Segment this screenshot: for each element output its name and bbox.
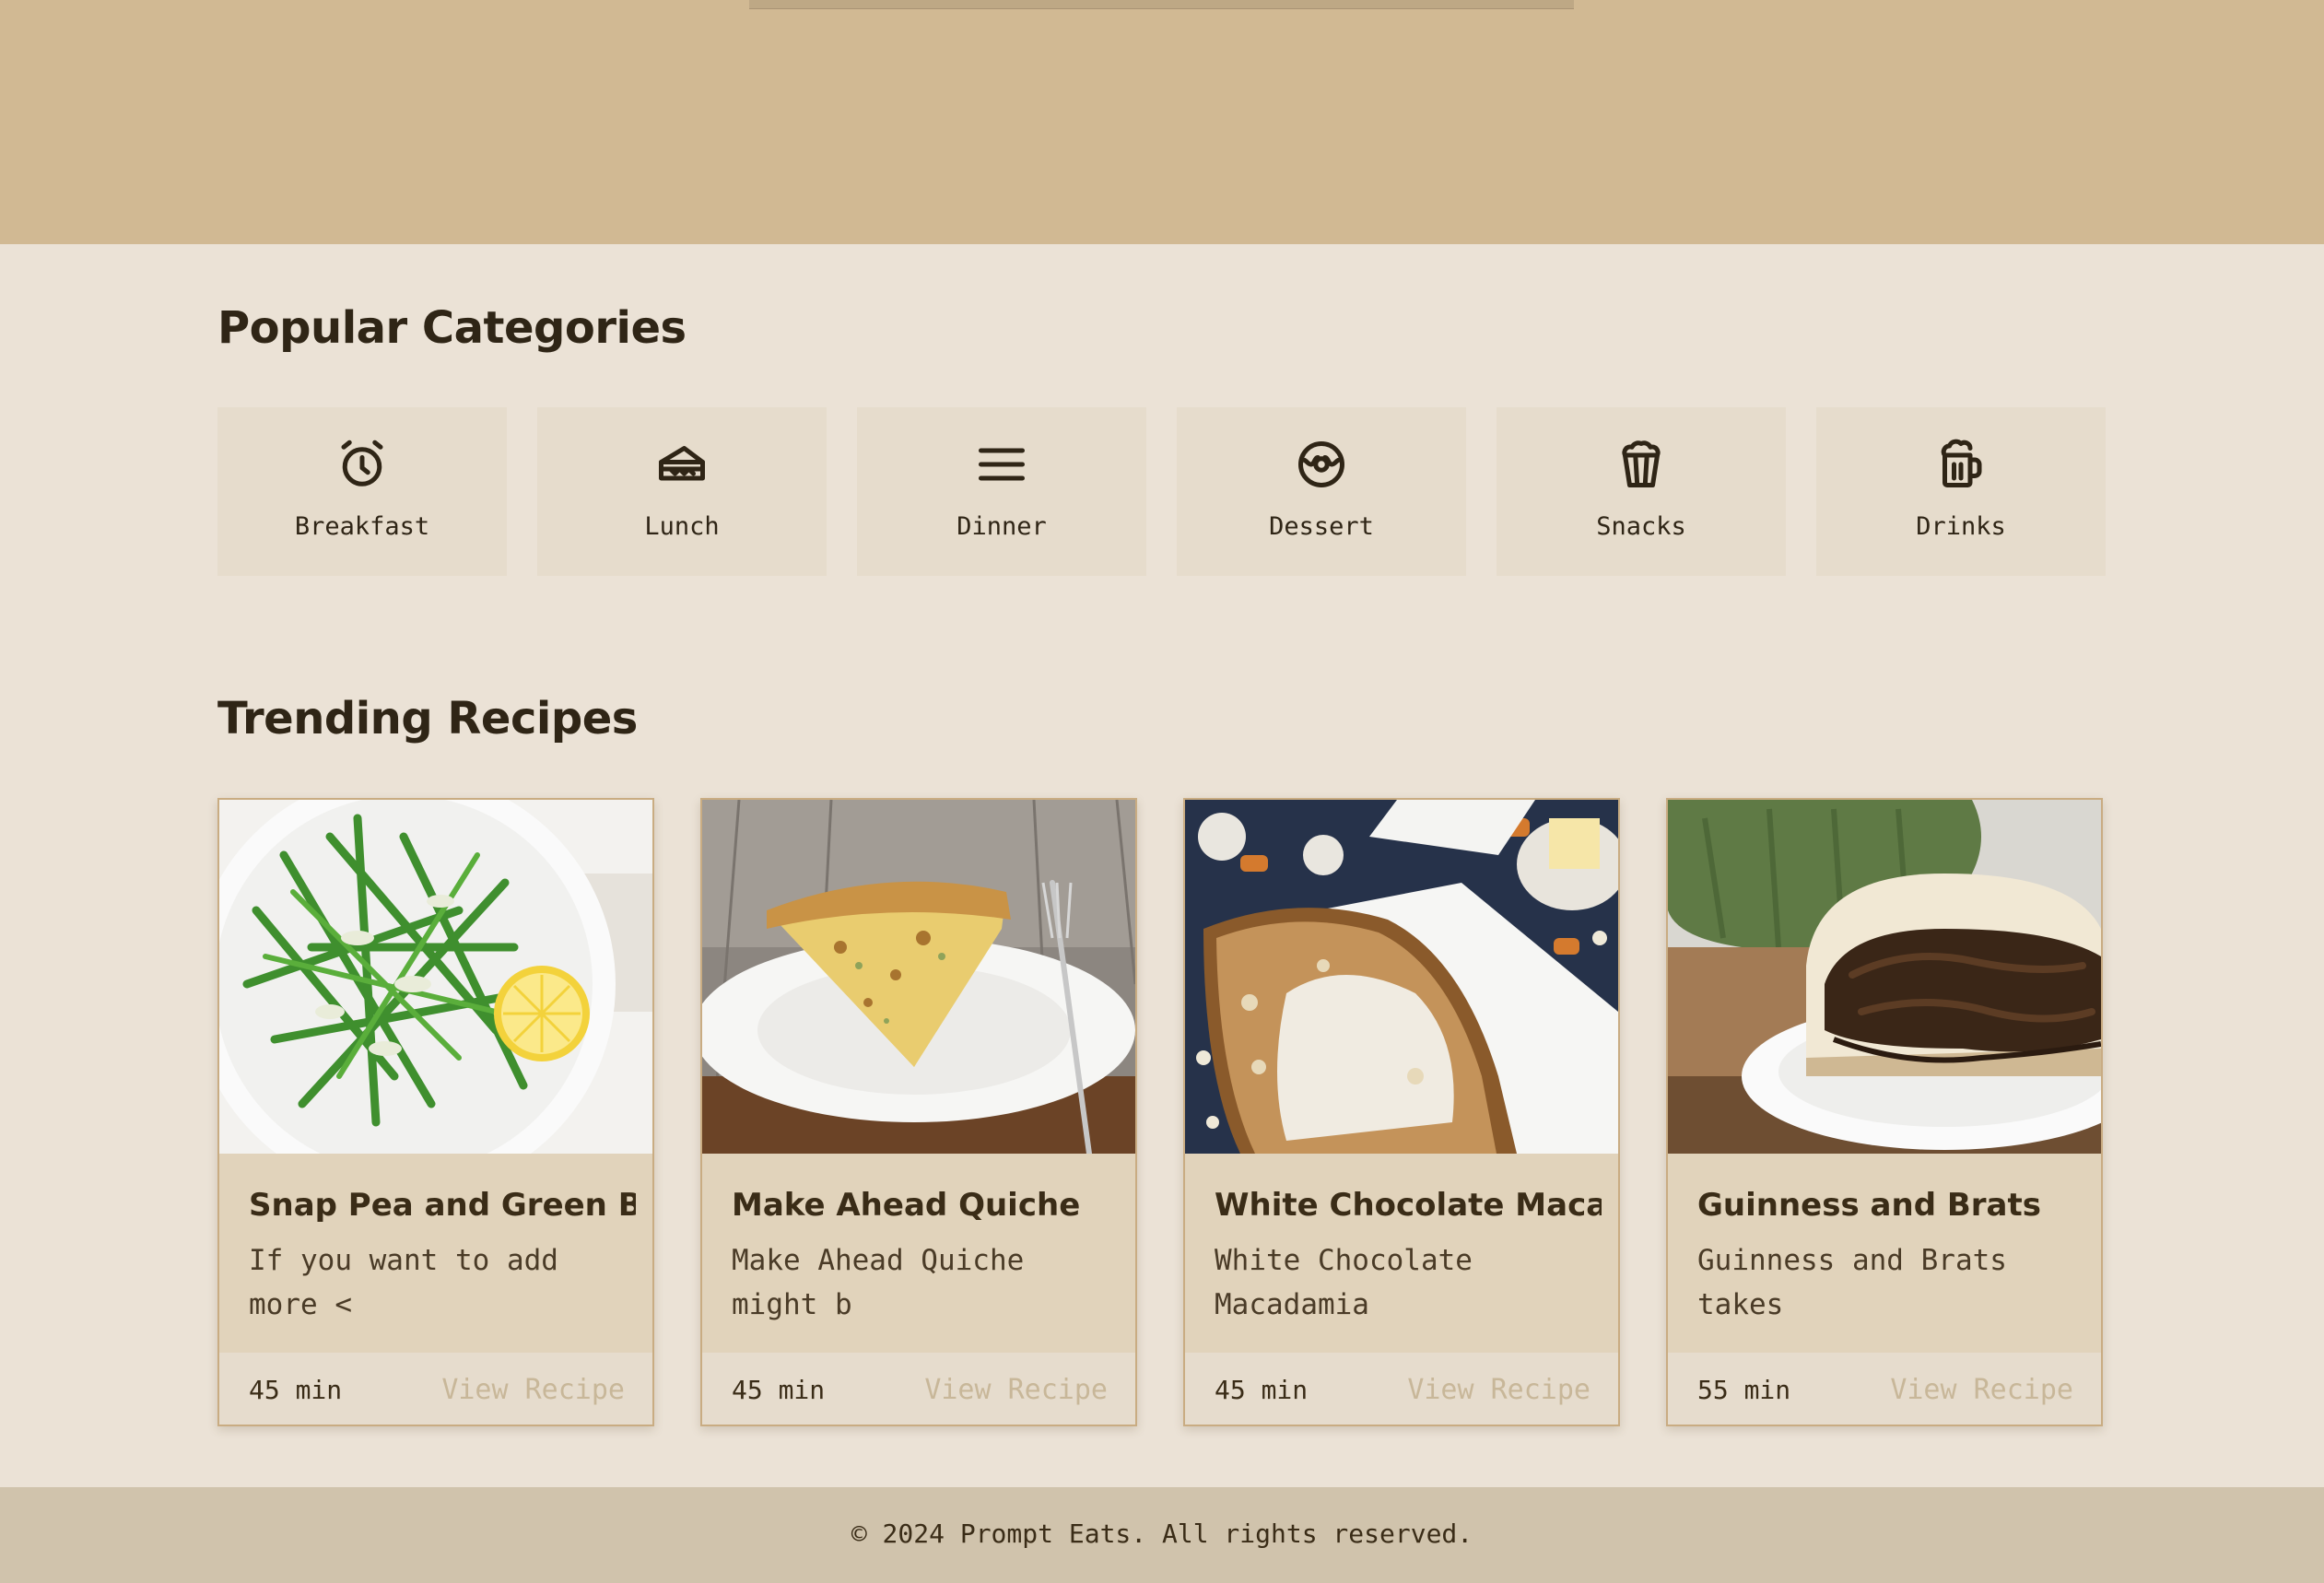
category-label: Drinks	[1916, 512, 2006, 541]
recipe-image[interactable]	[702, 800, 1135, 1154]
recipe-description: White Chocolate Macadamia	[1215, 1244, 1473, 1321]
copyright-text: © 2024 Prompt Eats. All rights reserved.	[851, 1519, 1473, 1549]
recipe-time: 45 min	[732, 1375, 826, 1405]
view-recipe-link[interactable]: View Recipe	[441, 1374, 625, 1406]
recipe-image[interactable]	[1668, 800, 2101, 1154]
recipe-description: Make Ahead Quiche might b	[732, 1244, 1025, 1321]
category-lunch[interactable]: Lunch	[537, 407, 827, 576]
recipe-grid: Snap Pea and Green B If you want to add …	[217, 798, 2105, 1428]
recipe-footer: 45 min View Recipe	[702, 1353, 1135, 1425]
recipe-title[interactable]: Make Ahead Quiche	[732, 1187, 1119, 1224]
category-label: Dessert	[1269, 512, 1374, 541]
trending-recipes-heading: Trending Recipes	[217, 693, 638, 745]
recipe-footer: 45 min View Recipe	[219, 1353, 652, 1425]
recipe-title[interactable]: White Chocolate Maca	[1215, 1187, 1602, 1224]
category-label: Lunch	[644, 512, 720, 541]
recipe-title[interactable]: Guinness and Brats	[1697, 1187, 2084, 1224]
recipe-time: 55 min	[1697, 1375, 1791, 1405]
recipe-time: 45 min	[249, 1375, 343, 1405]
alarm-clock-icon	[335, 437, 390, 492]
menu-lines-icon	[974, 437, 1029, 492]
category-dessert[interactable]: Dessert	[1177, 407, 1466, 576]
recipe-footer: 45 min View Recipe	[1185, 1353, 1618, 1425]
recipe-title[interactable]: Snap Pea and Green B	[249, 1187, 636, 1224]
site-footer: © 2024 Prompt Eats. All rights reserved.	[0, 1487, 2324, 1583]
category-drinks[interactable]: Drinks	[1816, 407, 2106, 576]
sandwich-icon	[654, 437, 710, 492]
recipe-card-quiche[interactable]: Make Ahead Quiche Make Ahead Quiche migh…	[700, 798, 1137, 1426]
popcorn-icon	[1614, 437, 1669, 492]
search-bar-edge[interactable]	[749, 0, 1574, 9]
view-recipe-link[interactable]: View Recipe	[1407, 1374, 1590, 1406]
recipe-description: If you want to add more <	[249, 1244, 558, 1321]
recipe-card-snap-pea[interactable]: Snap Pea and Green B If you want to add …	[217, 798, 654, 1426]
category-label: Dinner	[957, 512, 1047, 541]
beer-mug-icon	[1933, 437, 1989, 492]
category-grid: Breakfast Lunch Dinner Dessert Snacks Dr…	[217, 407, 2106, 576]
donut-icon	[1294, 437, 1349, 492]
recipe-description: Guinness and Brats takes	[1697, 1244, 2007, 1321]
recipe-time: 45 min	[1215, 1375, 1309, 1405]
category-breakfast[interactable]: Breakfast	[217, 407, 507, 576]
recipe-image[interactable]	[1185, 800, 1618, 1154]
recipe-card-white-chocolate[interactable]: White Chocolate Maca White Chocolate Mac…	[1183, 798, 1620, 1426]
category-snacks[interactable]: Snacks	[1497, 407, 1786, 576]
view-recipe-link[interactable]: View Recipe	[1890, 1374, 2073, 1406]
category-label: Snacks	[1596, 512, 1686, 541]
category-label: Breakfast	[294, 512, 430, 541]
recipe-image[interactable]	[219, 800, 652, 1154]
recipe-footer: 55 min View Recipe	[1668, 1353, 2101, 1425]
popular-categories-heading: Popular Categories	[217, 302, 687, 354]
hero-banner	[0, 0, 2324, 244]
view-recipe-link[interactable]: View Recipe	[924, 1374, 1108, 1406]
category-dinner[interactable]: Dinner	[857, 407, 1146, 576]
recipe-card-guinness-brats[interactable]: Guinness and Brats Guinness and Brats ta…	[1666, 798, 2103, 1426]
